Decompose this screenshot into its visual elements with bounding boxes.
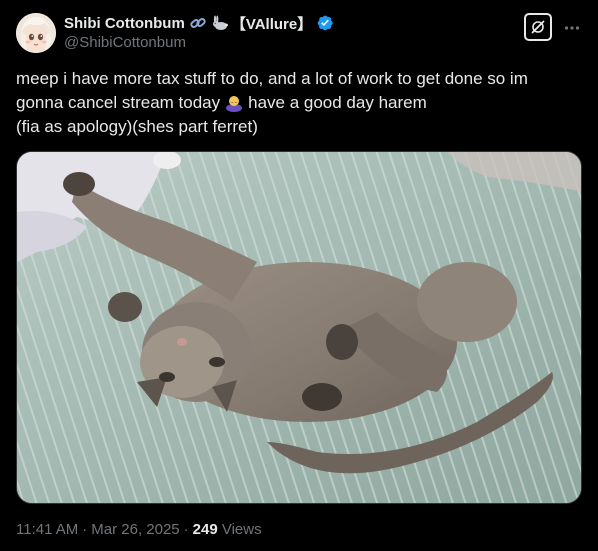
link-emoji-icon	[189, 14, 207, 32]
tweet-time[interactable]: 11:41 AM	[16, 521, 78, 538]
tweet-text: meep i have more tax stuff to do, and a …	[16, 67, 586, 139]
verified-badge-icon[interactable]	[316, 14, 334, 32]
brand-tag: 【VAllure】	[230, 15, 313, 33]
avatar[interactable]	[16, 13, 56, 53]
views-label: Views	[221, 521, 262, 538]
grok-icon	[531, 20, 545, 34]
more-icon	[564, 26, 580, 30]
tweet-line-2-end: have a good day harem	[248, 93, 427, 112]
tweet-photo[interactable]	[16, 151, 582, 504]
meta-separator: ·	[82, 521, 88, 538]
rabbit-emoji-icon	[211, 14, 229, 32]
meta-separator: ·	[183, 521, 189, 538]
display-name[interactable]: Shibi Cottonbum	[64, 15, 185, 32]
tweet-line-1: meep i have more tax stuff to do, and a …	[16, 69, 528, 88]
grok-button[interactable]	[524, 13, 552, 41]
tweet-post: Shibi Cottonbum 【VAllure】 @ShibiCottonbu…	[0, 0, 598, 551]
tweet-line-3: (fia as apology)(shes part ferret)	[16, 117, 258, 136]
views-count: 249	[192, 521, 218, 538]
author-handle[interactable]: @ShibiCottonbum	[64, 34, 504, 54]
tweet-date[interactable]: Mar 26, 2025	[91, 521, 179, 538]
name-row: Shibi Cottonbum 【VAllure】	[64, 13, 504, 33]
tweet-line-2-start: gonna cancel stream today	[16, 93, 221, 112]
person-bowing-emoji-icon	[224, 92, 244, 112]
avatar-image	[16, 13, 56, 53]
tweet-line-2: gonna cancel stream today have a good da…	[16, 91, 586, 115]
more-options-button[interactable]	[562, 18, 582, 38]
tweet-meta: 11:41 AM · Mar 26, 2025 · 249 Views	[16, 521, 262, 538]
tweet-header: Shibi Cottonbum 【VAllure】 @ShibiCottonbu…	[64, 13, 504, 54]
photo-cat-image	[17, 152, 581, 503]
